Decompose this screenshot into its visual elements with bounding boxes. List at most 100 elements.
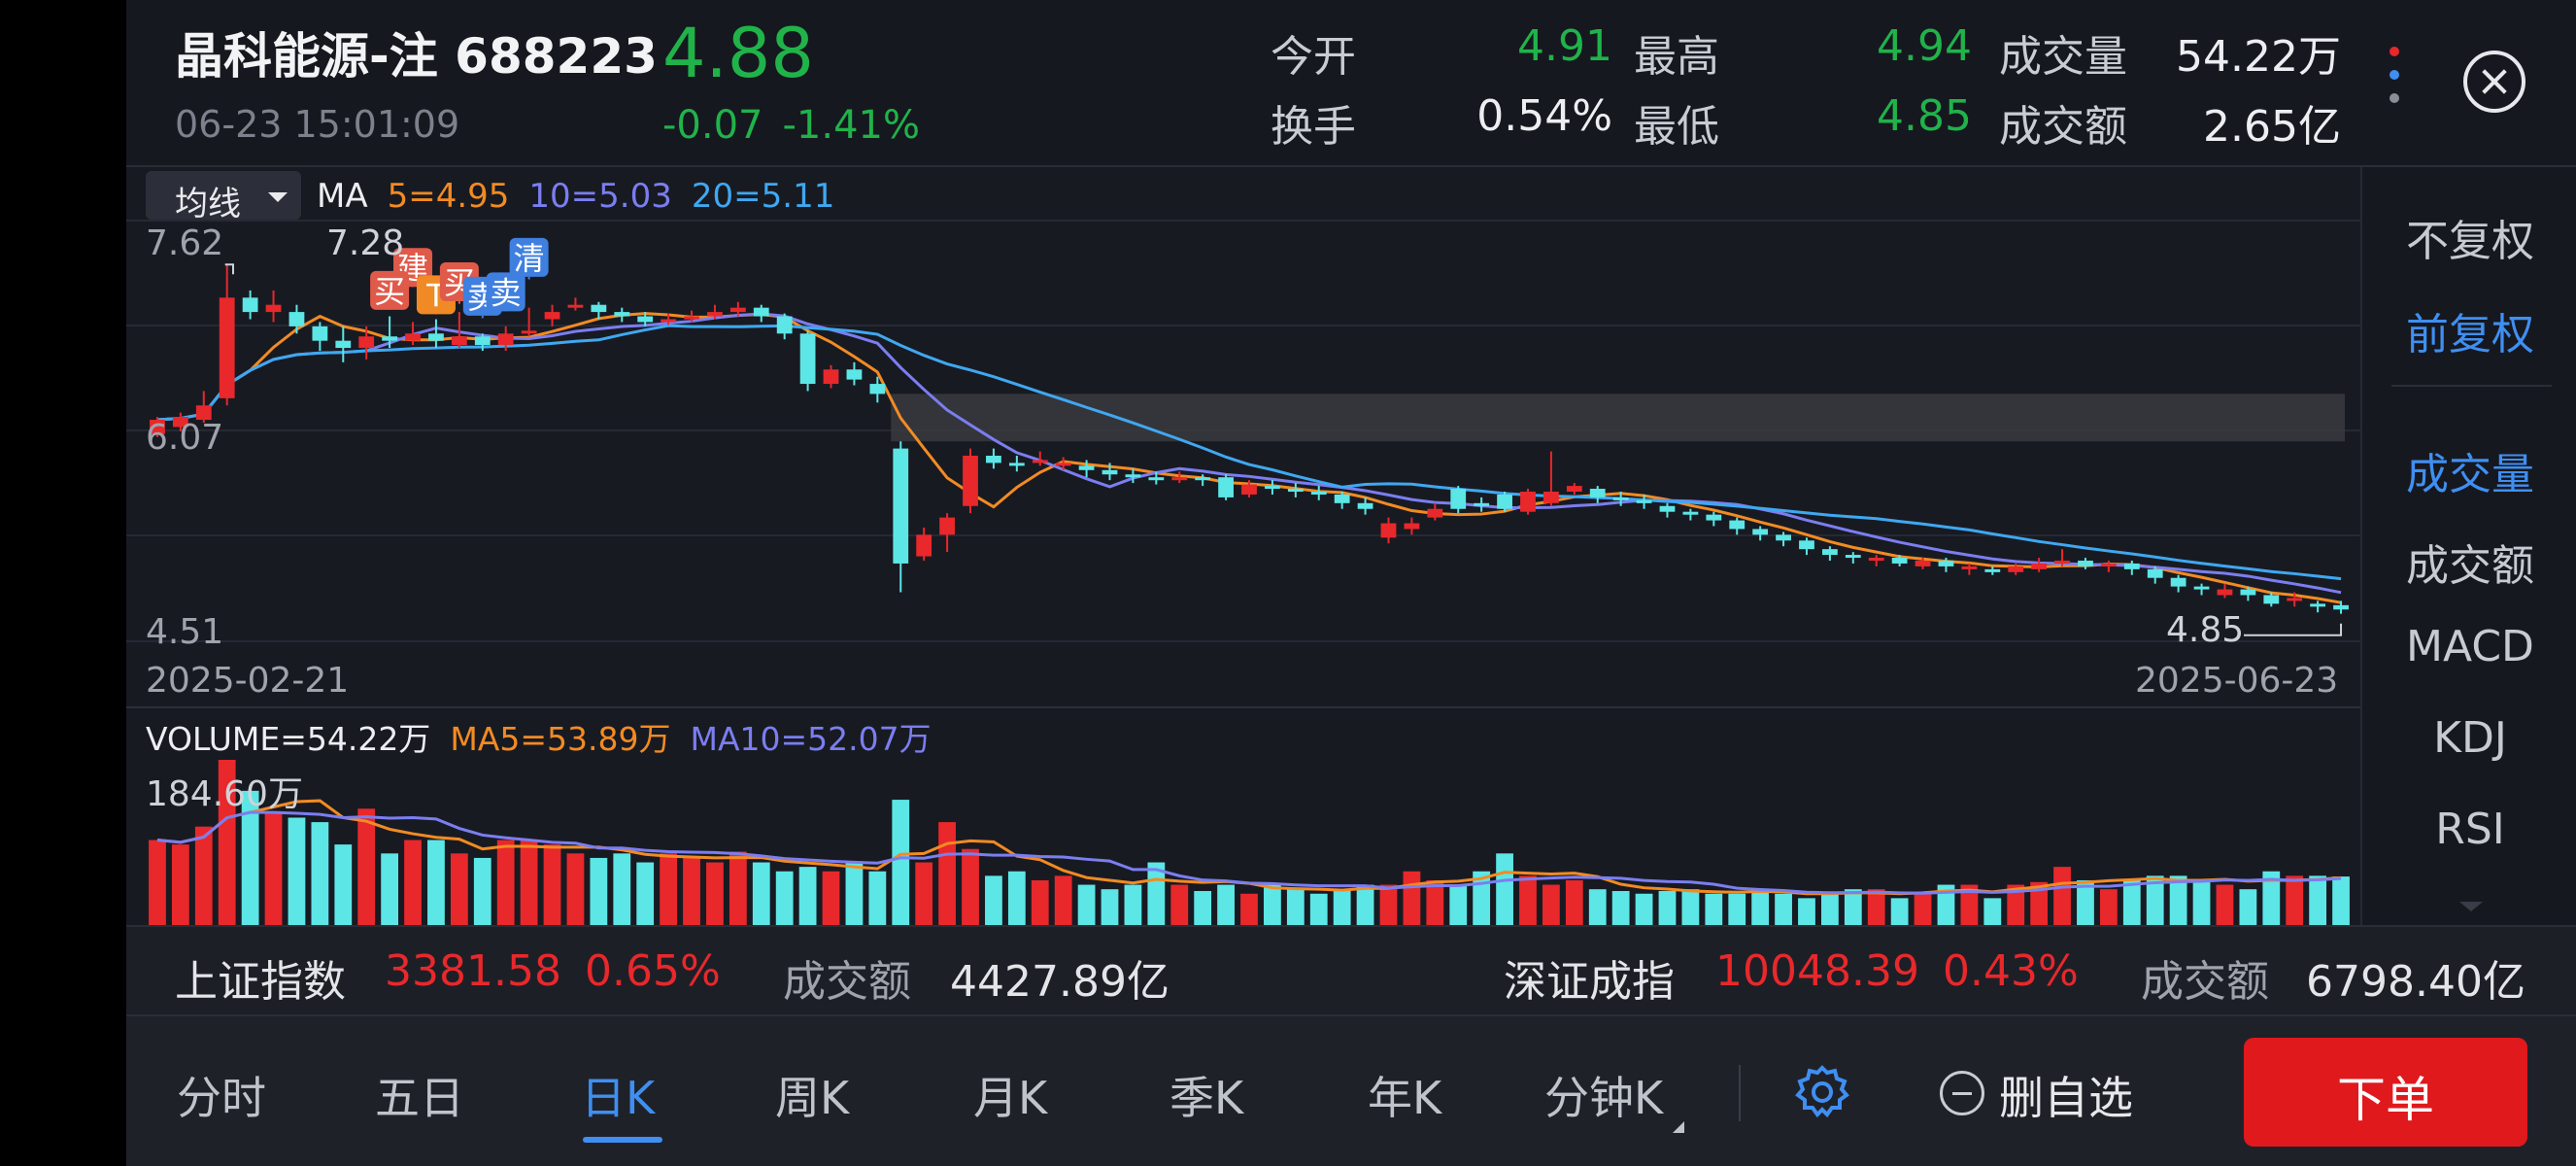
ma10-line <box>156 312 2342 595</box>
ma5-line <box>156 312 2342 604</box>
volume-bar <box>2122 879 2141 925</box>
tab-weekly-k[interactable]: 周K <box>775 1063 849 1127</box>
tab-yearly-k[interactable]: 年K <box>1368 1063 1441 1127</box>
candle-body <box>1938 560 1954 566</box>
order-button[interactable]: 下单 <box>2244 1038 2527 1147</box>
price-axis-mid: 6.07 <box>146 418 224 458</box>
volume-ma10: MA10=52.07万 <box>690 720 932 758</box>
minute-k-dropdown-icon[interactable] <box>1673 1121 1684 1133</box>
candle-body <box>242 297 258 313</box>
kline-chart[interactable]: 建买T买卖卖清 均线 MA 5=4.95 10=5.03 20=5.11 7.62 6… <box>126 167 2360 925</box>
sz-amount-value: 6798.40亿 <box>2306 957 2525 1007</box>
ma-dropdown[interactable]: 均线 <box>146 171 301 223</box>
candle-body <box>312 326 328 341</box>
sh-amount-value: 4427.89亿 <box>950 957 1169 1007</box>
gear-icon[interactable] <box>1793 1063 1851 1121</box>
candle-body <box>1659 505 1676 512</box>
candle-body <box>1148 477 1165 481</box>
price-axis-top: 7.62 <box>146 223 224 263</box>
volume-bar <box>1356 884 1374 925</box>
close-icon[interactable] <box>2463 51 2525 113</box>
candle-body <box>567 304 584 308</box>
sh-index-value: 3381.58 <box>385 946 561 996</box>
volume-bar <box>473 857 491 925</box>
volume-bar <box>985 875 1002 925</box>
amount-indicator[interactable]: 成交额 <box>2362 531 2576 593</box>
tab-daily-k[interactable]: 日K <box>581 1063 655 1127</box>
candle-body <box>1450 489 1467 509</box>
candle-body <box>1776 534 1791 541</box>
volume-bar <box>311 822 329 925</box>
turnover-value: 0.54% <box>1476 91 1612 141</box>
open-label: 今开 <box>1271 32 1356 82</box>
candle-body <box>661 319 676 323</box>
candle-body <box>2217 589 2233 596</box>
candle-body <box>1984 568 2001 572</box>
tab-monthly-k[interactable]: 月K <box>973 1063 1047 1127</box>
candle-body <box>1078 465 1095 470</box>
panel-divider <box>2391 385 2552 387</box>
volume-bar <box>938 822 956 925</box>
candle-body <box>1566 486 1582 492</box>
volume-indicator[interactable]: 成交量 <box>2362 439 2576 501</box>
candle-body <box>2170 577 2186 587</box>
volume-bar <box>752 862 770 925</box>
remove-watchlist-button[interactable]: 删自选 <box>1999 1063 2133 1127</box>
kdj-indicator[interactable]: KDJ <box>2362 713 2576 763</box>
volume-bar <box>1681 889 1700 925</box>
volume-bar <box>2192 879 2211 925</box>
volume-value: 54.22万 <box>2176 32 2341 82</box>
candle-body <box>2147 568 2163 578</box>
macd-indicator[interactable]: MACD <box>2362 622 2576 671</box>
tab-divider <box>1739 1065 1741 1121</box>
rsi-indicator[interactable]: RSI <box>2362 805 2576 854</box>
candle-body <box>1868 558 1884 562</box>
volume-ma5: MA5=53.89万 <box>450 720 671 758</box>
candle-body <box>2100 563 2117 566</box>
candle-body <box>776 316 793 334</box>
sz-index-name: 深证成指 <box>1504 957 1675 1007</box>
volume-bar <box>1821 893 1839 925</box>
volume-bar <box>2099 889 2118 925</box>
tab-five-day[interactable]: 五日 <box>375 1063 464 1127</box>
high-label: 最高 <box>1634 32 1719 82</box>
volume-bar <box>1588 889 1607 925</box>
candle-body <box>1125 474 1141 478</box>
period-tabbar: 分时 五日 日K 周K 月K 季K 年K 分钟K 删自选 下单 <box>126 1014 2576 1166</box>
ma5-value: 5=4.95 <box>387 177 510 216</box>
volume-bar <box>892 800 910 925</box>
sz-index-pct: 0.43% <box>1943 946 2079 996</box>
tab-minute-k[interactable]: 分钟K <box>1544 1063 1663 1127</box>
candle-body <box>2054 560 2070 564</box>
volume-bar <box>288 817 306 925</box>
scroll-down-icon[interactable] <box>2459 902 2483 911</box>
tab-quarterly-k[interactable]: 季K <box>1169 1063 1243 1127</box>
candle-body <box>521 330 537 334</box>
tab-intraday[interactable]: 分时 <box>177 1063 266 1127</box>
more-dots-icon[interactable] <box>2380 47 2409 124</box>
volume-bar <box>915 862 933 925</box>
index-ticker[interactable]: 上证指数 3381.58 0.65% 成交额 4427.89亿 深证成指 100… <box>126 925 2576 1014</box>
volume-bar <box>660 853 677 925</box>
volume-bar <box>496 840 515 925</box>
candle-body <box>1543 491 1559 503</box>
volume-bar <box>2053 867 2071 925</box>
volume-bar <box>450 853 468 925</box>
volume-bar <box>1449 884 1468 925</box>
sz-amount-label: 成交额 <box>2141 957 2269 1007</box>
volume-bar <box>1264 884 1281 925</box>
price-gap-band <box>891 394 2345 442</box>
no-adjust-option[interactable]: 不复权 <box>2362 206 2576 268</box>
candle-body <box>1589 489 1606 497</box>
volume-bar <box>404 840 422 925</box>
ma20-value: 20=5.11 <box>691 177 835 216</box>
remove-circle-icon[interactable] <box>1940 1071 1984 1115</box>
volume-bar <box>1240 893 1258 925</box>
candle-body <box>382 336 398 341</box>
stock-name[interactable]: 晶科能源-注 688223 <box>175 17 658 87</box>
volume-bar <box>1077 884 1096 925</box>
candle-body <box>963 456 978 506</box>
volume-bar <box>1403 871 1421 925</box>
forward-adjust-option[interactable]: 前复权 <box>2362 299 2576 361</box>
indicator-panel: 不复权 前复权 成交量 成交额 MACD KDJ RSI <box>2360 167 2576 925</box>
